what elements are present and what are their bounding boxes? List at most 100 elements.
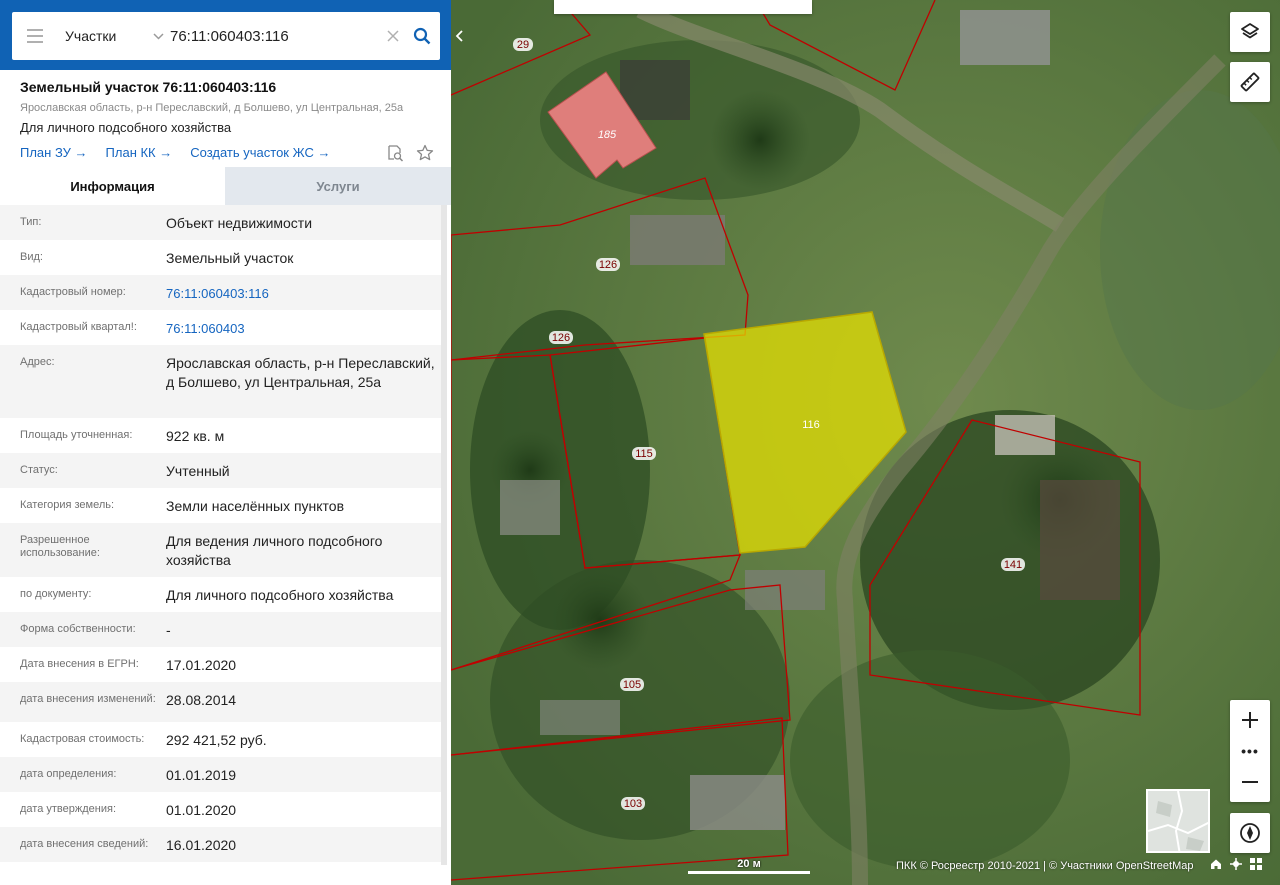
plot-label-116[interactable]: 116 [802,419,820,431]
plot-label-105[interactable]: 105 [620,678,644,691]
attribute-list: Тип: Объект недвижимости Вид: Земельный уча… [0,205,441,862]
attribute-key: дата внесения сведений: [20,838,149,850]
plan-kk-link[interactable]: План КК → [106,145,173,160]
object-title: Земельный участок 76:11:060403:116 [20,79,277,95]
attribute-row: дата утверждения: 01.01.2020 [0,792,441,827]
attribute-row: Разрешенное использование: Для ведения ли… [0,523,441,577]
plot-label-185[interactable]: 185 [598,129,617,141]
attribute-row: Кадастровый квартал!: 76:11:060403 [0,310,441,345]
attribute-value: 01.01.2020 [166,802,237,818]
attribute-key: Вид: [20,251,43,263]
search-header: Участки [0,0,451,70]
attribute-row: по документу: Для личного подсобного хозя… [0,577,441,612]
locate-icon[interactable] [1230,858,1242,870]
attribute-row: Категория земель: Земли населённых пункто… [0,488,441,523]
layers-button[interactable] [1230,12,1270,52]
attribute-row: Адрес: Ярославская область, р-н Переславс… [0,345,441,418]
attribute-key: Дата внесения в ЕГРН: [20,658,139,670]
attribute-key: Площадь уточненная: [20,429,133,441]
svg-text:185: 185 [598,129,617,141]
attribute-value-link[interactable]: 76:11:060403:116 [166,275,436,310]
plus-icon [1242,712,1258,728]
attribute-value: Земли населённых пунктов [166,498,345,514]
zoom-out-button[interactable] [1230,762,1270,802]
attribute-row: дата определения: 01.01.2019 [0,757,441,792]
panel-scrollbar[interactable] [441,205,447,865]
attribute-key: Статус: [20,464,58,476]
attribute-key: дата внесения изменений: [20,693,156,705]
close-icon [387,30,399,42]
tab-info[interactable]: Информация [0,167,225,205]
attribute-row: Площадь уточненная: 922 кв. м [0,418,441,453]
chevron-down-icon [153,29,164,43]
plot-label-126-a[interactable]: 126 [596,258,620,271]
menu-icon [27,27,43,45]
svg-text:126: 126 [552,332,570,344]
svg-text:126: 126 [599,259,617,271]
attribute-value: Учтенный [166,463,230,479]
attribute-row: Кадастровая стоимость: 292 421,52 руб. [0,722,441,757]
object-actions [386,144,434,162]
plot-label-141[interactable]: 141 [1001,558,1025,571]
minimap[interactable] [1146,789,1210,853]
search-box: Участки [12,12,440,60]
attribute-row: Вид: Земельный участок [0,240,441,275]
create-plot-link[interactable]: Создать участок ЖС → [190,145,330,160]
plot-label-126-b[interactable]: 126 [549,331,573,344]
search-input[interactable] [168,12,382,60]
attribute-row: Кадастровый номер: 76:11:060403:116 [0,275,441,310]
chevron-left-icon [455,30,463,42]
plot-label-115[interactable]: 115 [632,447,656,460]
info-panel: Участки Земельный участок 76:11:060403:1… [0,0,451,885]
svg-text:116: 116 [802,419,820,431]
attribute-value-link[interactable]: 76:11:060403 [166,310,436,345]
compass-button[interactable] [1230,813,1270,853]
clear-search-button[interactable] [382,12,404,60]
collapse-panel-button[interactable] [451,12,466,60]
object-purpose: Для личного подсобного хозяйства [20,120,232,135]
ruler-icon [1240,72,1260,92]
attribution-icons [1210,858,1262,870]
attribute-value: - [166,622,171,638]
zoom-in-button[interactable] [1230,700,1270,740]
search-icon [413,27,431,45]
attribute-value: Для ведения личного подсобного хозяйства [166,533,383,568]
category-label: Участки [65,28,117,44]
attribute-row: дата внесения изменений: 28.08.2014 [0,682,441,722]
map-popup-edge [554,0,812,14]
tab-services[interactable]: Услуги [225,167,451,205]
attribute-row: Дата внесения в ЕГРН: 17.01.2020 [0,647,441,682]
attribute-key: дата утверждения: [20,803,117,815]
document-search-icon[interactable] [386,144,404,162]
scrollbar-thumb[interactable] [441,205,447,865]
search-button[interactable] [404,12,440,60]
star-icon[interactable] [416,144,434,162]
attribute-key: Кадастровый номер: [20,286,126,298]
attribute-row: Форма собственности: - [0,612,441,647]
attribute-key: дата определения: [20,768,117,780]
menu-button[interactable] [12,12,58,60]
plot-label-29[interactable]: 29 [513,38,533,51]
panel-tabs: Информация Услуги [0,167,451,205]
grid-icon[interactable] [1250,858,1262,870]
category-select[interactable]: Участки [58,12,168,60]
plan-zu-link[interactable]: План ЗУ → [20,145,88,160]
attribute-value: Ярославская область, р-н Переславский, д… [166,355,435,390]
svg-text:115: 115 [635,448,653,460]
svg-text:141: 141 [1004,559,1022,571]
attribute-value: 28.08.2014 [166,692,237,708]
attribute-value: Объект недвижимости [166,215,313,231]
attribute-key: Разрешенное использование: [20,534,100,559]
attribute-value: Земельный участок [166,250,294,266]
attribute-value: 922 кв. м [166,428,225,444]
svg-text:105: 105 [623,679,641,691]
object-header: Земельный участок 76:11:060403:116 Яросл… [20,79,440,135]
plot-label-103[interactable]: 103 [621,797,645,810]
minus-icon [1242,781,1258,783]
attribute-key: Адрес: [20,356,55,368]
svg-text:103: 103 [624,798,642,810]
more-zoom-options[interactable]: ••• [1230,740,1270,762]
home-icon[interactable] [1210,858,1222,870]
ruler-button[interactable] [1230,62,1270,102]
zoom-control: ••• [1230,700,1270,802]
